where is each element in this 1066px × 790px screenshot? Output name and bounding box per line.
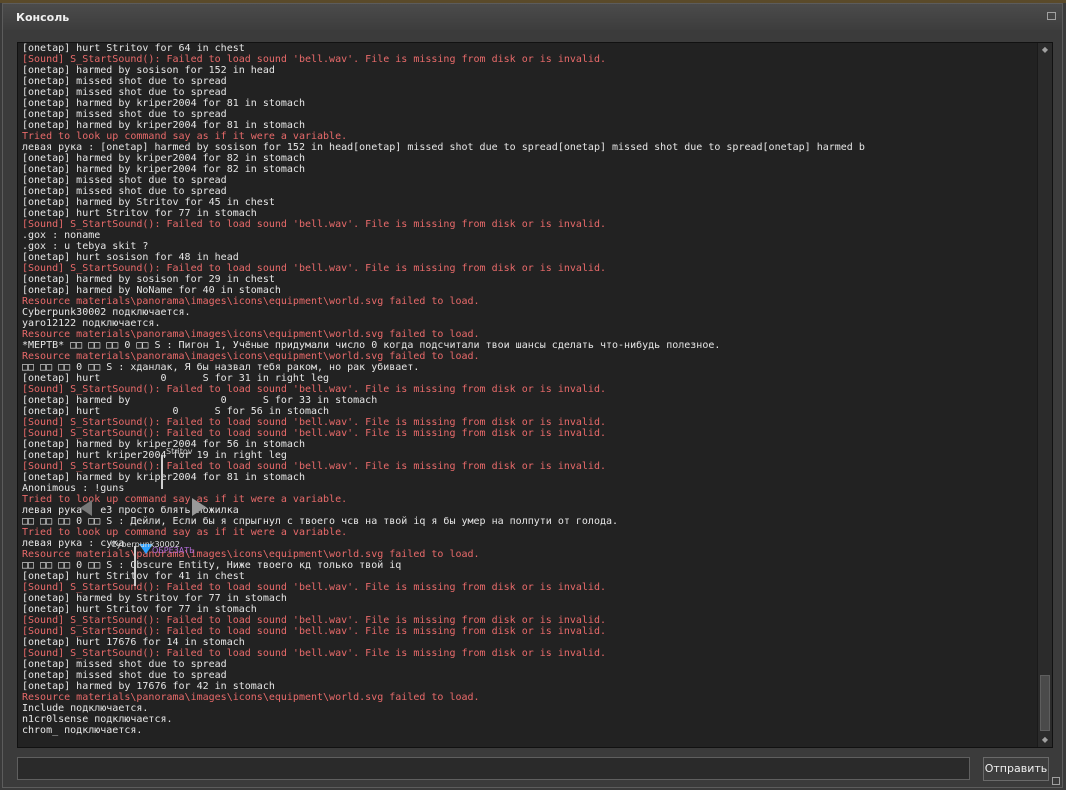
log-line: yaro12122 подключается. bbox=[22, 318, 161, 329]
player-health-bar-2 bbox=[134, 546, 136, 586]
maximize-icon[interactable] bbox=[1047, 12, 1056, 20]
command-input[interactable] bbox=[17, 757, 970, 780]
log-line: [onetap] missed shot due to spread bbox=[22, 659, 227, 670]
log-line: Include подключается. bbox=[22, 703, 149, 714]
log-line: [onetap] hurt sosison for 48 in head bbox=[22, 252, 239, 263]
arrow-left-icon bbox=[80, 500, 92, 516]
log-line: [onetap] missed shot due to spread bbox=[22, 76, 227, 87]
log-lines: [onetap] hurt Stritov for 64 in chest [So… bbox=[22, 43, 1032, 736]
log-line: .gox : u tebya skit ? bbox=[22, 241, 149, 252]
log-line: [onetap] hurt 17676 for 14 in stomach bbox=[22, 637, 245, 648]
log-line: [onetap] harmed by sosison for 29 in che… bbox=[22, 274, 275, 285]
log-line: [onetap] harmed by kriper2004 for 81 in … bbox=[22, 120, 305, 131]
log-line: [Sound] S_StartSound(): Failed to load s… bbox=[22, 219, 606, 230]
log-line: [onetap] harmed by kriper2004 for 82 in … bbox=[22, 153, 305, 164]
log-line: [Sound] S_StartSound(): Failed to load s… bbox=[22, 648, 606, 659]
player-tag-label: ОБРЕЗАТЬ bbox=[152, 546, 195, 555]
log-line: левая рука : е3 просто блять пожилка bbox=[22, 505, 239, 516]
log-line: [onetap] missed shot due to spread bbox=[22, 87, 227, 98]
log-line: [Sound] S_StartSound(): Failed to load s… bbox=[22, 417, 606, 428]
log-line: [onetap] harmed by Stritov for 77 in sto… bbox=[22, 593, 287, 604]
log-line: Resource materials\panorama\images\icons… bbox=[22, 351, 480, 362]
log-line: [onetap] harmed by NoName for 40 in stom… bbox=[22, 285, 281, 296]
log-line: Tried to look up command say as if it we… bbox=[22, 494, 348, 505]
log-line: .gox : noname bbox=[22, 230, 101, 241]
log-line: [onetap] missed shot due to spread bbox=[22, 109, 227, 120]
log-line: [onetap] hurt Stritov for 77 in stomach bbox=[22, 208, 257, 219]
log-line: Resource materials\panorama\images\icons… bbox=[22, 296, 480, 307]
log-line: [Sound] S_StartSound(): Failed to load s… bbox=[22, 54, 606, 65]
log-line: [onetap] missed shot due to spread bbox=[22, 175, 227, 186]
log-line: [onetap] hurt Stritov for 77 in stomach bbox=[22, 604, 257, 615]
log-line: [onetap] hurt 0 S for 31 in right leg bbox=[22, 373, 330, 384]
log-line: [Sound] S_StartSound(): Failed to load s… bbox=[22, 263, 606, 274]
player-name-label: Stritov bbox=[166, 447, 193, 456]
log-line: Resource materials\panorama\images\icons… bbox=[22, 329, 480, 340]
arrow-right-icon bbox=[192, 498, 206, 516]
log-line: [onetap] harmed by kriper2004 for 81 in … bbox=[22, 472, 305, 483]
log-line: □□ □□ □□ 0 □□ S : Дейли, Если бы я спрыг… bbox=[22, 516, 619, 527]
log-line: [onetap] missed shot due to spread bbox=[22, 186, 227, 197]
scroll-thumb[interactable] bbox=[1040, 675, 1050, 731]
log-line: Cyberpunk30002 подключается. bbox=[22, 307, 191, 318]
console-log-panel: [onetap] hurt Stritov for 64 in chest [So… bbox=[17, 42, 1053, 748]
title-bar[interactable]: Консоль bbox=[3, 4, 1062, 30]
log-line: Resource materials\panorama\images\icons… bbox=[22, 692, 480, 703]
scroll-up-icon[interactable]: ◆ bbox=[1041, 46, 1049, 54]
log-line: [Sound] S_StartSound(): Failed to load s… bbox=[22, 461, 606, 472]
log-line: Tried to look up command say as if it we… bbox=[22, 131, 348, 142]
player-health-bar bbox=[161, 455, 163, 489]
log-line: [Sound] S_StartSound(): Failed to load s… bbox=[22, 384, 606, 395]
log-line: *МЕРТВ* □□ □□ □□ 0 □□ S : Пигон 1, Учёны… bbox=[22, 340, 721, 351]
log-line: [onetap] harmed by 0 S for 33 in stomach bbox=[22, 395, 378, 406]
resize-grip-icon[interactable] bbox=[1052, 777, 1060, 785]
log-line: [Sound] S_StartSound(): Failed to load s… bbox=[22, 428, 606, 439]
log-line: [onetap] harmed by Stritov for 45 in che… bbox=[22, 197, 275, 208]
log-line: chrom_ подключается. bbox=[22, 725, 143, 736]
console-window: Консоль [onetap] hurt Stritov for 64 in … bbox=[2, 3, 1063, 788]
log-line: [Sound] S_StartSound(): Failed to load s… bbox=[22, 626, 606, 637]
log-line: [onetap] harmed by sosison for 152 in he… bbox=[22, 65, 275, 76]
log-line: левая рука : [onetap] harmed by sosison … bbox=[22, 142, 865, 153]
log-line: [onetap] hurt Stritov for 41 in chest bbox=[22, 571, 245, 582]
log-line: [Sound] S_StartSound(): Failed to load s… bbox=[22, 615, 606, 626]
log-line: [onetap] hurt 0 S for 56 in stomach bbox=[22, 406, 330, 417]
log-line: [onetap] harmed by kriper2004 for 82 in … bbox=[22, 164, 305, 175]
log-line: □□ □□ □□ 0 □□ S : хданлак, Я бы назвал т… bbox=[22, 362, 420, 373]
log-line: [onetap] harmed by 17676 for 42 in stoma… bbox=[22, 681, 275, 692]
log-line: n1cr0lsense подключается. bbox=[22, 714, 173, 725]
log-line: [onetap] missed shot due to spread bbox=[22, 670, 227, 681]
window-title: Консоль bbox=[16, 11, 70, 24]
log-line: □□ □□ □□ 0 □□ S : Obscure Entity, Ниже т… bbox=[22, 560, 402, 571]
log-line: Anonimous : !guns bbox=[22, 483, 125, 494]
log-line: [onetap] harmed by kriper2004 for 81 in … bbox=[22, 98, 305, 109]
submit-button[interactable]: Отправить bbox=[983, 757, 1049, 781]
scrollbar[interactable]: ◆ ◆ bbox=[1037, 43, 1052, 747]
scroll-down-icon[interactable]: ◆ bbox=[1041, 736, 1049, 744]
log-line: [Sound] S_StartSound(): Failed to load s… bbox=[22, 582, 606, 593]
log-line: [onetap] hurt Stritov for 64 in chest bbox=[22, 43, 245, 54]
log-line: Tried to look up command say as if it we… bbox=[22, 527, 348, 538]
